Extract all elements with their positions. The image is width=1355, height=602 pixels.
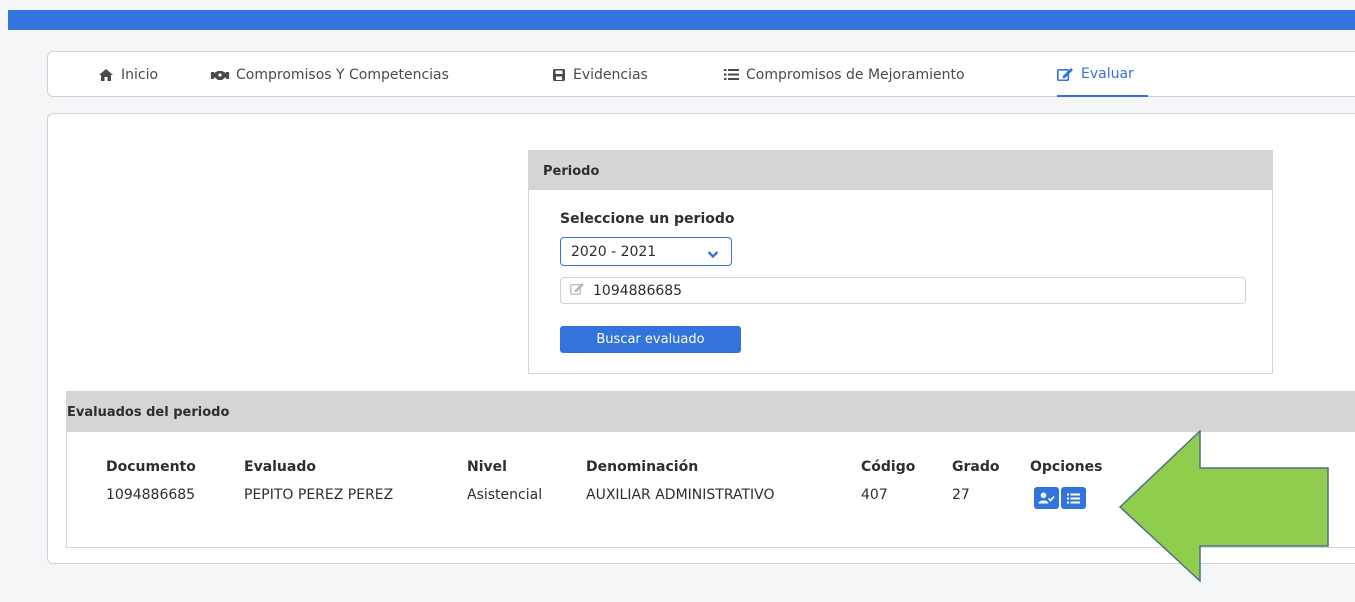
edit-icon	[570, 282, 585, 299]
column-header-evaluado: Evaluado	[244, 459, 316, 475]
periodo-panel-title: Periodo	[529, 151, 1272, 190]
tab-evidencias[interactable]: Evidencias	[552, 52, 648, 97]
chevron-down-icon	[707, 247, 719, 263]
periodo-panel: Periodo Seleccione un periodo 2020 - 202…	[528, 150, 1273, 374]
nav-tabs: Inicio Compromisos Y Competencias Eviden…	[47, 51, 1355, 97]
document-input[interactable]: 1094886685	[560, 277, 1246, 304]
tab-inicio[interactable]: Inicio	[98, 52, 158, 97]
column-header-grado: Grado	[952, 459, 1000, 475]
tab-label: Compromisos de Mejoramiento	[746, 66, 965, 83]
view-list-button[interactable]	[1061, 487, 1086, 509]
evaluados-panel-title: Evaluados del periodo	[67, 392, 1355, 432]
edit-icon	[1057, 67, 1074, 81]
list-icon	[1067, 489, 1080, 508]
column-header-codigo: Código	[861, 459, 916, 475]
period-select-value: 2020 - 2021	[571, 243, 657, 260]
column-header-opciones: Opciones	[1030, 459, 1103, 475]
cell-codigo: 407	[861, 487, 888, 503]
tab-compromisos-mejoramiento[interactable]: Compromisos de Mejoramiento	[724, 52, 965, 97]
document-input-value: 1094886685	[593, 282, 683, 299]
cell-nivel: Asistencial	[467, 487, 543, 503]
home-icon	[98, 68, 114, 82]
period-select[interactable]: 2020 - 2021	[560, 237, 732, 266]
column-header-denominacion: Denominación	[586, 459, 699, 475]
column-header-documento: Documento	[106, 459, 196, 475]
user-check-icon	[1038, 489, 1055, 508]
evaluate-user-button[interactable]	[1034, 487, 1059, 509]
top-bar	[0, 0, 1355, 30]
cell-evaluado: PEPITO PEREZ PEREZ	[244, 487, 394, 503]
tab-compromisos-competencias[interactable]: Compromisos Y Competencias	[211, 52, 449, 97]
tab-evaluar[interactable]: Evaluar	[1057, 52, 1148, 97]
cell-grado: 27	[952, 487, 970, 503]
list-icon	[724, 68, 739, 81]
annotation-arrow-icon	[1118, 429, 1330, 586]
top-bar-blue-strip	[8, 10, 1355, 30]
tab-label: Inicio	[121, 66, 159, 83]
tab-label: Evaluar	[1081, 65, 1134, 82]
cell-documento: 1094886685	[106, 487, 196, 503]
handshake-icon	[211, 69, 229, 81]
save-icon	[552, 68, 566, 82]
column-header-nivel: Nivel	[467, 459, 507, 475]
tab-label: Evidencias	[573, 66, 648, 83]
tab-label: Compromisos Y Competencias	[236, 66, 449, 83]
cell-denominacion: AUXILIAR ADMINISTRATIVO	[586, 487, 775, 503]
search-evaluado-button[interactable]: Buscar evaluado	[560, 326, 741, 353]
period-select-label: Seleccione un periodo	[560, 211, 735, 227]
